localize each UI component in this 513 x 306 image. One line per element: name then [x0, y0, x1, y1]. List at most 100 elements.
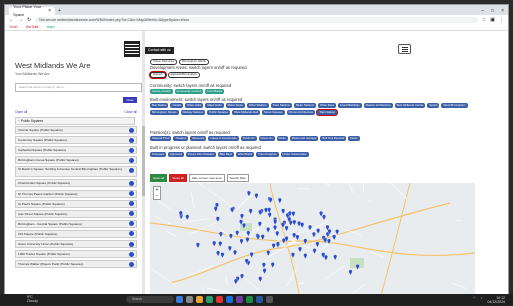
- layer-toggle[interactable]: Birmingham Streets: [150, 110, 179, 115]
- word-icon[interactable]: [256, 296, 263, 303]
- site-logo[interactable]: [124, 41, 140, 57]
- layer-toggle[interactable]: Tram Progress: [256, 152, 279, 157]
- contact-button[interactable]: Contact with us: [145, 47, 174, 54]
- layer-toggle[interactable]: Proposed: [150, 152, 166, 157]
- excel-icon[interactable]: [246, 296, 253, 303]
- layer-toggle[interactable]: Under Construction: [280, 152, 309, 157]
- weather-widget[interactable]: 9°C Cloudy: [27, 295, 38, 303]
- layer-toggle[interactable]: Public Art: [240, 136, 257, 141]
- info-icon[interactable]: [129, 221, 134, 227]
- layer-toggle[interactable]: Metro Stops: [225, 103, 245, 108]
- info-icon[interactable]: [129, 231, 134, 237]
- edge-icon[interactable]: [206, 296, 213, 303]
- forward-icon[interactable]: →: [18, 17, 23, 23]
- browser-menu-icon[interactable]: ⋮: [499, 17, 504, 23]
- teams-icon[interactable]: [236, 296, 243, 303]
- list-item[interactable]: Birmingham Cocoa Square (Public Squares): [15, 156, 137, 165]
- layer-toggle[interactable]: Other Hubs: [185, 103, 204, 108]
- chrome-icon[interactable]: [216, 296, 223, 303]
- group-header-public-squares[interactable]: − Public Squares: [15, 117, 135, 125]
- layer-toggle[interactable]: Bus Station: [150, 103, 169, 108]
- open-all-link[interactable]: Open all: [15, 110, 27, 114]
- taskbar-search[interactable]: Search: [126, 296, 174, 303]
- maximize-icon[interactable]: □: [491, 7, 494, 15]
- layer-toggle[interactable]: Birmingham Wards: [179, 59, 209, 65]
- list-item[interactable]: St Martin's Square: Sculling & Avenue Ce…: [15, 166, 137, 178]
- close-window-icon[interactable]: ×: [501, 7, 504, 15]
- layer-toggle[interactable]: Other Stations: [246, 103, 269, 108]
- list-item[interactable]: St Thomas Peace Garden (Public Squares): [15, 189, 137, 198]
- info-icon[interactable]: [129, 157, 134, 163]
- bookmark-youtube[interactable]: YouTube: [26, 24, 39, 30]
- close-all-link[interactable]: Close all: [124, 110, 137, 114]
- hide-area-button[interactable]: Hide current map area: [188, 174, 225, 182]
- layer-toggle[interactable]: Lakes of Countryside: [208, 136, 239, 141]
- layer-toggle[interactable]: Canals: [170, 103, 184, 108]
- info-icon[interactable]: [129, 251, 134, 257]
- layer-toggle[interactable]: Eastside/Birmingham: [167, 72, 201, 78]
- outlook-icon[interactable]: [226, 296, 233, 303]
- layer-toggle[interactable]: Major Hubs: [205, 103, 224, 108]
- layer-toggle[interactable]: Best Midlands Centre: [394, 103, 426, 108]
- address-bar[interactable]: Not secure westmidlandswearе.com/WMU/ind…: [35, 16, 478, 23]
- browser-tab[interactable]: Your Place Your Space ×: [9, 5, 55, 17]
- layer-toggle[interactable]: Other Sites: [318, 103, 336, 108]
- list-item[interactable]: Cathedral Square (Public Squares): [15, 146, 137, 155]
- map-canvas[interactable]: [150, 183, 475, 296]
- zoom-out-button[interactable]: −: [154, 193, 160, 199]
- file-explorer-icon[interactable]: [196, 296, 203, 303]
- list-item[interactable]: Thomas Walker (Pigeon Park) (Public Squa…: [15, 260, 137, 269]
- close-all-button[interactable]: Close all: [169, 174, 187, 182]
- list-item[interactable]: Gas Street Square (Public Squares): [15, 209, 137, 218]
- layer-toggle[interactable]: Centre of Faith: [150, 89, 173, 94]
- map-view[interactable]: + −: [150, 183, 475, 296]
- open-all-button[interactable]: Open all: [150, 174, 168, 182]
- list-item[interactable]: Centenary Square (Public Squares): [15, 136, 137, 145]
- list-item[interactable]: Aston University Union (Public Squares): [15, 240, 137, 249]
- info-icon[interactable]: [129, 180, 134, 186]
- reload-icon[interactable]: ↻: [27, 17, 31, 23]
- layer-toggle[interactable]: Sutton Park Area: [150, 59, 178, 65]
- close-icon[interactable]: ×: [48, 7, 51, 15]
- layer-toggle[interactable]: Bell Tent Records: [320, 136, 347, 141]
- layer-toggle[interactable]: Music: [348, 136, 360, 141]
- info-icon[interactable]: [129, 147, 134, 153]
- back-icon[interactable]: ←: [9, 17, 14, 23]
- layer-toggle[interactable]: Approved: [167, 152, 184, 157]
- layer-toggle[interactable]: Modern Architecture: [363, 103, 393, 108]
- layer-toggle[interactable]: Parks: [276, 136, 288, 141]
- bookmark-gmail[interactable]: Gmail: [9, 24, 18, 30]
- layer-toggle[interactable]: Listed Buildings: [338, 103, 362, 108]
- info-icon[interactable]: [129, 191, 134, 197]
- info-icon[interactable]: [129, 241, 134, 247]
- clock[interactable]: 10:12 04/12/2024: [487, 296, 505, 304]
- new-tab-icon[interactable]: +: [58, 7, 61, 15]
- list-item[interactable]: Victoria Square (Public Squares): [15, 126, 137, 134]
- info-icon[interactable]: [129, 127, 134, 133]
- info-icon[interactable]: [129, 201, 134, 207]
- info-icon[interactable]: [129, 137, 134, 143]
- bookmark-maps[interactable]: Maps: [47, 24, 55, 30]
- layer-toggle[interactable]: Digbeth: [150, 72, 166, 78]
- store-icon[interactable]: [266, 296, 273, 303]
- info-icon[interactable]: [129, 167, 134, 173]
- search-map-button[interactable]: Search Map: [226, 174, 249, 182]
- list-item[interactable]: Old Square (Public Squares): [15, 229, 137, 238]
- layer-toggle[interactable]: Food Banks: [205, 89, 225, 94]
- list-item[interactable]: Birmingham - Central Square (Public Squa…: [15, 219, 137, 228]
- list-item[interactable]: 1000 Trades Square (Public Squares): [15, 250, 137, 259]
- layer-toggle[interactable]: Green Art: [258, 136, 275, 141]
- layer-toggle[interactable]: Tram Stations: [270, 103, 292, 108]
- layer-toggle[interactable]: Future Plan Parades: [185, 152, 216, 157]
- layer-toggle[interactable]: Metro Stations: [293, 103, 316, 108]
- minimize-icon[interactable]: –: [481, 7, 484, 15]
- search-input[interactable]: Search all items on map by name...: [15, 83, 142, 92]
- task-view-icon[interactable]: [186, 296, 193, 303]
- layer-toggle[interactable]: Chorus Architecture: [286, 110, 316, 115]
- layer-toggle[interactable]: West Birmingham: [441, 103, 468, 108]
- layer-toggle[interactable]: Theatres: [173, 136, 189, 141]
- layer-toggle[interactable]: Train Station: [317, 110, 337, 115]
- start-icon[interactable]: [176, 296, 183, 303]
- layer-toggle[interactable]: National Trust: [150, 136, 172, 141]
- layer-toggle[interactable]: Street Squares: [261, 110, 285, 115]
